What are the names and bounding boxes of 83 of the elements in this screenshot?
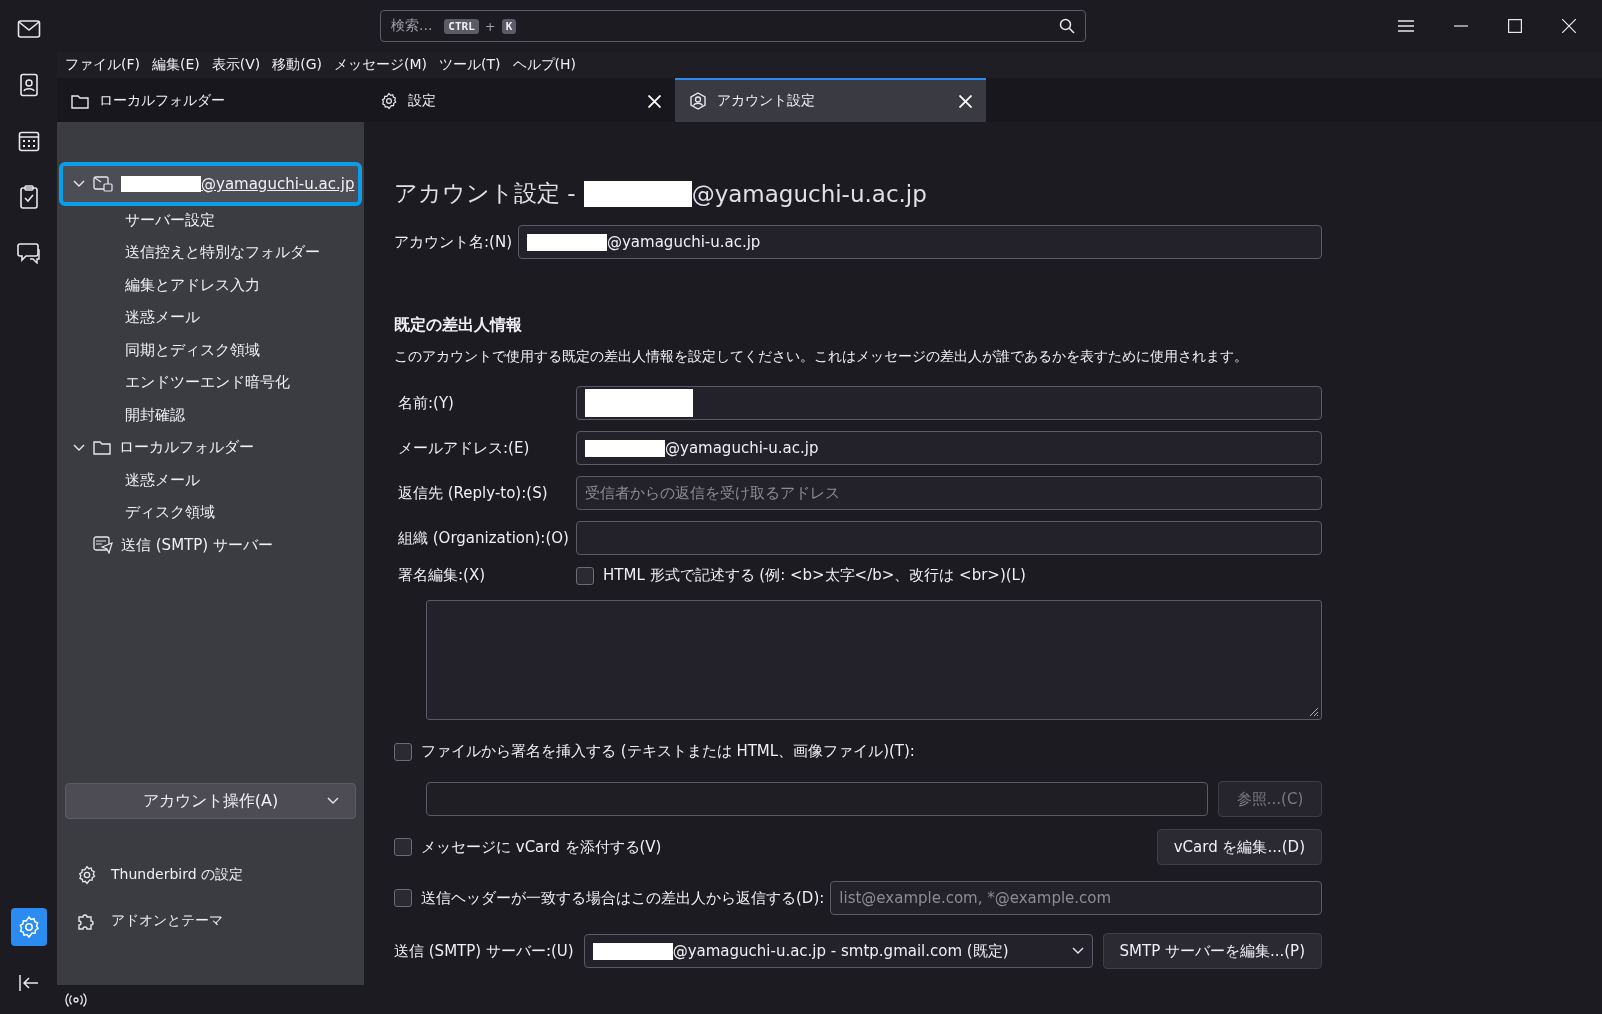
menu-item[interactable]: ファイル(F) — [65, 56, 140, 74]
account-tree-item[interactable]: 迷惑メール — [63, 301, 358, 334]
page-title-prefix: アカウント設定 - — [394, 179, 576, 208]
account-tree-item[interactable]: サーバー設定 — [63, 204, 358, 237]
page-title-address: @yamaguchi-u.ac.jp — [691, 180, 927, 207]
key-joiner: + — [484, 18, 496, 34]
menu-item[interactable]: メッセージ(M) — [334, 56, 428, 74]
wireless-signal-icon — [65, 992, 87, 1007]
folder-icon — [93, 440, 111, 456]
account-tree-item[interactable]: 同期とディスク領域 — [63, 334, 358, 367]
edit-smtp-button[interactable]: SMTP サーバーを編集...(P) — [1102, 933, 1322, 969]
checkbox[interactable] — [394, 889, 412, 907]
search-field[interactable]: 検索... CTRL + K — [380, 10, 1086, 42]
sidebar-link[interactable]: アドオンとテーマ — [77, 911, 358, 931]
account-actions-dropdown[interactable]: アカウント操作(A) — [65, 783, 356, 819]
account-tree-item[interactable]: エンドツーエンド暗号化 — [63, 366, 358, 399]
edit-vcard-button[interactable]: vCard を編集...(D) — [1156, 829, 1322, 865]
field-label: 組織 (Organization):(O) — [397, 528, 570, 548]
clipboard-check-icon — [18, 185, 39, 209]
smtp-server-dropdown[interactable]: @yamaguchi-u.ac.jp - smtp.gmail.com (既定) — [583, 934, 1093, 968]
resize-grip-icon — [1307, 705, 1319, 717]
mail-lock-icon — [93, 176, 113, 192]
text-field[interactable]: @yamaguchi-u.ac.jp — [576, 431, 1322, 465]
menu-item[interactable]: 編集(E) — [152, 56, 200, 74]
menu-item[interactable]: 表示(V) — [211, 56, 261, 74]
checkbox-label: HTML 形式で記述する (例: <b>太字</b>、改行は <br>)(L) — [603, 566, 1026, 585]
account-icon — [689, 92, 707, 110]
address-book-icon — [18, 73, 39, 97]
account-tree-item[interactable]: 編集とアドレス入力 — [63, 269, 358, 302]
field-label: 署名編集:(X) — [397, 566, 487, 585]
settings-rail-button[interactable] — [10, 908, 47, 946]
collapse-arrow-icon — [17, 974, 40, 992]
folder-icon — [71, 93, 89, 109]
section-heading: 既定の差出人情報 — [394, 315, 523, 336]
text-field[interactable] — [576, 521, 1322, 555]
chat-bubbles-icon — [16, 242, 41, 264]
gear-icon — [380, 92, 398, 110]
checkbox-label: 送信ヘッダーが一致する場合はこの差出人から返信する(D): — [421, 888, 825, 908]
gear-icon — [77, 865, 97, 885]
checkbox[interactable] — [394, 742, 412, 761]
envelope-icon — [16, 19, 41, 39]
search-placeholder: 検索... — [391, 17, 433, 35]
file-path-field[interactable] — [426, 782, 1208, 816]
checkbox[interactable] — [394, 838, 412, 856]
field-label: メールアドレス:(E) — [397, 438, 531, 458]
tab[interactable]: 設定 — [366, 78, 675, 122]
calendar-icon — [17, 130, 40, 152]
sidebar-link[interactable]: Thunderbird の設定 — [77, 865, 358, 885]
address-filter-field[interactable]: list@example.com, *@example.com — [830, 881, 1322, 915]
menu-item[interactable]: ツール(T) — [439, 56, 501, 74]
keyboard-key: K — [501, 18, 517, 34]
checkbox-label: メッセージに vCard を添付する(V) — [421, 837, 662, 857]
text-field[interactable] — [576, 386, 1322, 420]
menu-icon[interactable] — [1398, 19, 1414, 33]
chevron-icon — [73, 180, 85, 188]
menu-item[interactable]: 移動(G) — [272, 56, 323, 74]
field-label: アカウント名:(N) — [394, 232, 512, 252]
search-icon — [1059, 18, 1075, 34]
close-icon[interactable] — [1562, 19, 1576, 33]
account-tree-item[interactable]: ディスク領域 — [63, 496, 358, 529]
keyboard-key: CTRL — [444, 18, 479, 34]
field-label: 名前:(Y) — [397, 393, 455, 413]
text-field[interactable]: 受信者からの返信を受け取るアドレス — [576, 476, 1322, 510]
chevron-icon — [327, 797, 339, 805]
field-label: 送信 (SMTP) サーバー:(U) — [394, 941, 574, 961]
tab[interactable]: ローカルフォルダー — [57, 78, 366, 122]
chevron-icon — [73, 443, 85, 452]
account-tree-item[interactable]: 送信 (SMTP) サーバー — [63, 529, 358, 562]
section-description: このアカウントで使用する既定の差出人情報を設定してください。これはメッセージの差出人が誰であるかを表すために使用されます。 — [394, 348, 1249, 366]
account-tree-item[interactable]: 送信控えと特別なフォルダー — [63, 236, 358, 269]
puzzle-piece-icon — [77, 911, 97, 931]
menu-item[interactable]: ヘルプ(H) — [512, 56, 576, 74]
account-tree-item[interactable]: 開封確認 — [63, 399, 358, 432]
outbox-icon — [93, 536, 113, 555]
account-tree-item[interactable]: 迷惑メール — [63, 464, 358, 497]
maximize-icon[interactable] — [1508, 19, 1522, 33]
field-label: 返信先 (Reply-to):(S) — [397, 483, 549, 503]
checkbox-label: ファイルから署名を挿入する (テキストまたは HTML、画像ファイル)(T): — [421, 742, 915, 761]
tab[interactable]: アカウント設定 — [675, 78, 986, 122]
chevron-icon — [1071, 947, 1084, 955]
account-name-field[interactable]: @yamaguchi-u.ac.jp — [518, 225, 1322, 259]
checkbox[interactable] — [576, 566, 594, 585]
account-tree-item[interactable]: ローカルフォルダー — [63, 431, 358, 464]
